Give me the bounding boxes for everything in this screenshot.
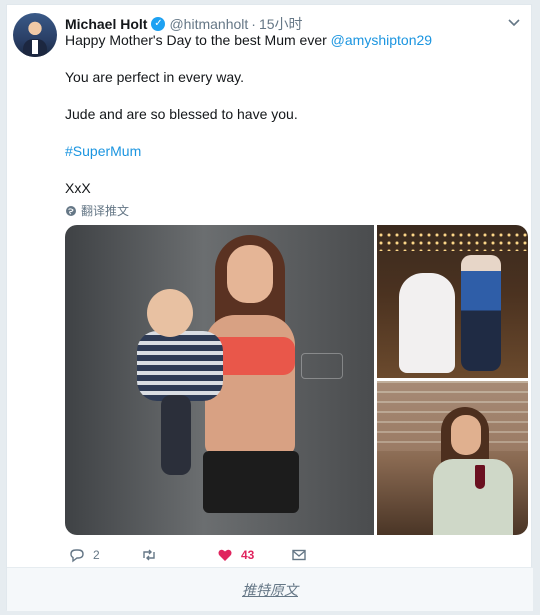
tweet-footer: 推特原文 (7, 567, 533, 611)
media-grid (65, 225, 528, 535)
tweet-line-3: Jude and are so blessed to have you. (65, 106, 298, 122)
verified-badge-icon: ✓ (151, 17, 166, 31)
header-separator: · (251, 16, 256, 32)
like-count: 43 (241, 548, 255, 562)
avatar-shirt (32, 40, 38, 54)
tweet-line-1-text: Happy Mother's Day to the best Mum ever (65, 32, 331, 48)
author-name[interactable]: Michael Holt (65, 16, 147, 32)
globe-icon (66, 205, 76, 216)
message-icon (292, 549, 306, 561)
translate-label: 翻译推文 (81, 204, 130, 218)
reply-button[interactable]: 2 (69, 547, 100, 563)
hashtag-link[interactable]: #SuperMum (65, 142, 141, 160)
view-original-link[interactable]: 推特原文 (242, 582, 298, 598)
tweet-card: Michael Holt ✓ @hitmanholt · 15小时 Happy … (6, 4, 533, 611)
mention-link[interactable]: @amyshipton29 (331, 32, 432, 48)
chevron-down-icon[interactable] (507, 15, 521, 29)
like-button[interactable]: 43 (217, 547, 254, 563)
translate-button[interactable]: 翻译推文 (65, 202, 129, 219)
reply-icon (70, 549, 84, 563)
author-handle[interactable]: @hitmanholt (169, 16, 248, 32)
retweet-icon (143, 549, 155, 561)
photo-mother-and-baby[interactable] (65, 225, 374, 535)
retweet-button[interactable] (141, 547, 165, 563)
tweet-signoff: XxX (65, 180, 91, 196)
author-avatar[interactable] (13, 13, 57, 57)
tweet-actions: 2 43 (65, 545, 365, 565)
tweet-line-2: You are perfect in every way. (65, 69, 244, 85)
photo-restaurant[interactable] (377, 381, 528, 535)
reply-count: 2 (93, 548, 100, 562)
heart-icon (218, 549, 232, 561)
tweet-line-1: Happy Mother's Day to the best Mum ever … (65, 31, 432, 49)
photographer-logo (301, 353, 343, 379)
photo-wedding-dance[interactable] (377, 225, 528, 378)
message-button[interactable] (291, 547, 315, 563)
